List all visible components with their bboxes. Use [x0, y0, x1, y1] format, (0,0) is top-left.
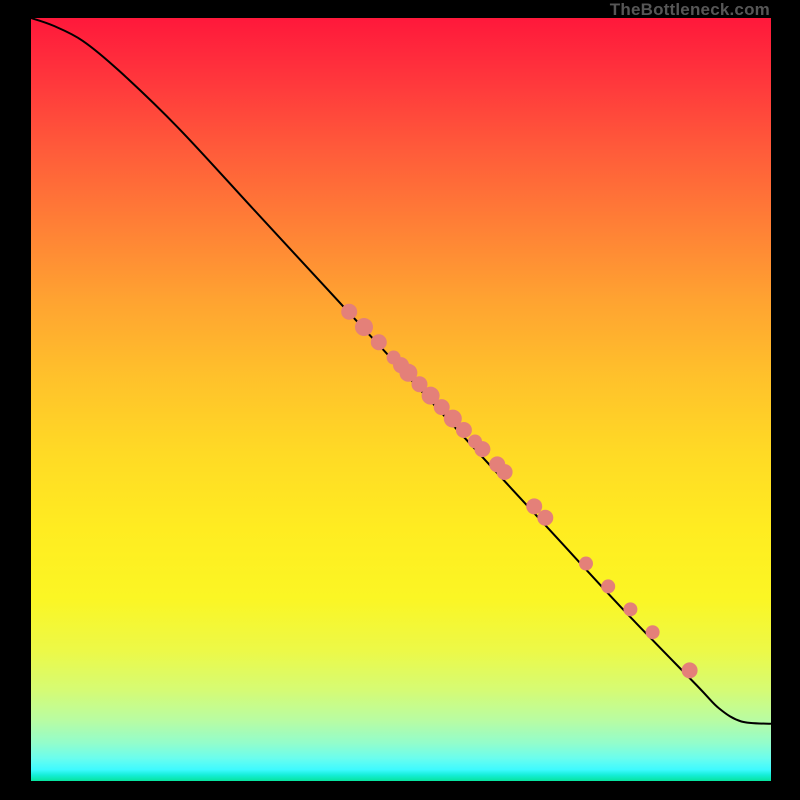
- data-point: [601, 579, 615, 593]
- data-point: [646, 625, 660, 639]
- data-point: [623, 602, 637, 616]
- attribution-text: TheBottleneck.com: [610, 0, 770, 20]
- data-point: [579, 557, 593, 571]
- data-point: [497, 464, 513, 480]
- data-point: [526, 498, 542, 514]
- data-point: [537, 510, 553, 526]
- data-point: [474, 441, 490, 457]
- data-point: [456, 422, 472, 438]
- markers-group: [341, 304, 697, 679]
- data-point: [355, 318, 373, 336]
- data-point: [341, 304, 357, 320]
- data-point: [682, 662, 698, 678]
- plot-area: [31, 18, 771, 781]
- chart-stage: TheBottleneck.com: [0, 0, 800, 800]
- chart-overlay: [31, 18, 771, 781]
- data-point: [371, 334, 387, 350]
